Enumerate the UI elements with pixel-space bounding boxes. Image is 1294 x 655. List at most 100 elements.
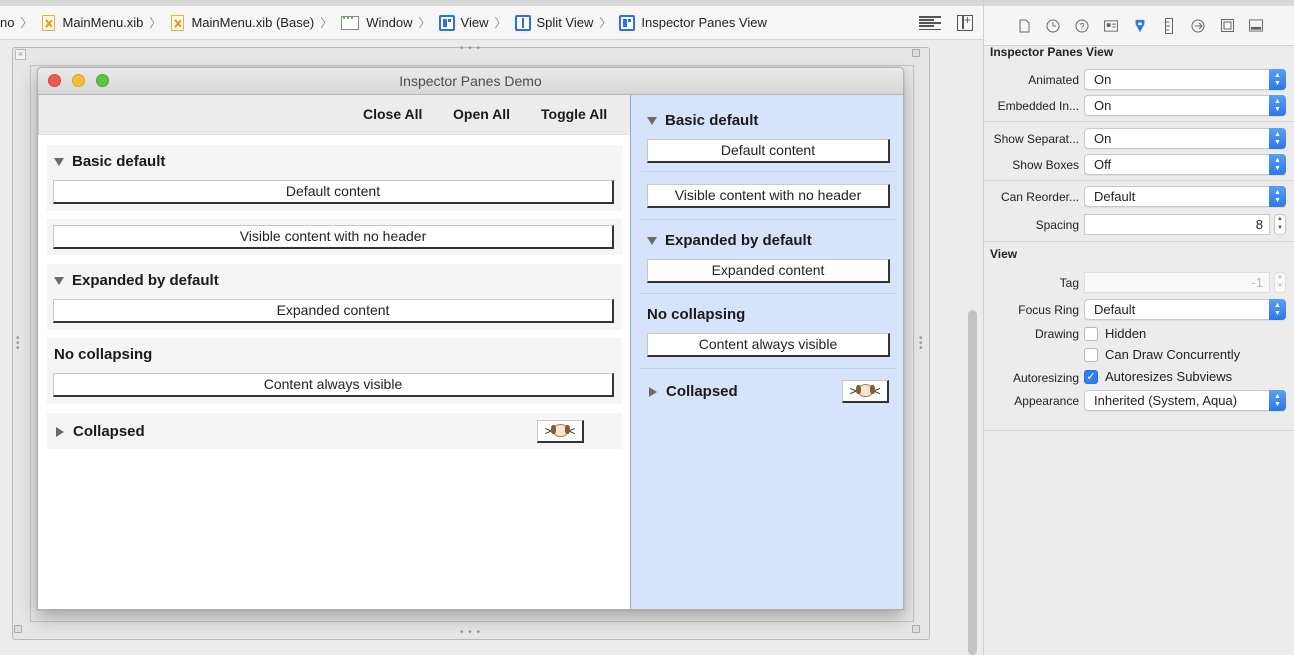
resize-handle-bottom[interactable]: • • •	[460, 628, 481, 638]
breadcrumb-item-split-view[interactable]: Split View	[513, 6, 596, 39]
pane-header[interactable]: Basic default	[54, 153, 165, 170]
corner-handle[interactable]	[912, 625, 920, 633]
size-ruler-icon[interactable]	[1162, 17, 1176, 34]
window-icon	[340, 15, 360, 31]
autoresizes-subviews-checkbox[interactable]: ✓	[1084, 369, 1098, 384]
open-all-button[interactable]: Open All	[453, 106, 510, 122]
file-icon[interactable]	[1017, 18, 1031, 34]
content-always-visible-button[interactable]: Content always visible	[647, 333, 890, 357]
window-title: Inspector Panes Demo	[399, 73, 542, 89]
breadcrumb-item-project[interactable]: no	[0, 6, 16, 39]
pane-header[interactable]: Collapsed	[647, 383, 738, 400]
expanded-content-button[interactable]: Expanded content	[53, 299, 614, 323]
breadcrumb-item-view[interactable]: View	[437, 6, 491, 39]
show-boxes-popup[interactable]: Off ▲ ▼	[1084, 154, 1286, 175]
popup-value: Inherited (System, Aqua)	[1094, 393, 1238, 408]
show-boxes-label: Show Boxes	[1012, 158, 1079, 172]
chevron-up-down-icon: ▲ ▼	[1269, 95, 1286, 116]
vertical-scrollbar[interactable]	[968, 310, 977, 655]
help-icon[interactable]: ?	[1075, 18, 1089, 34]
show-separators-popup[interactable]: On ▲ ▼	[1084, 128, 1286, 149]
focus-ring-popup[interactable]: Default ▲ ▼	[1084, 299, 1286, 320]
pane-title: No collapsing	[647, 306, 746, 323]
window-titlebar[interactable]: Inspector Panes Demo	[38, 68, 903, 95]
pane-header[interactable]: Expanded by default	[647, 232, 812, 249]
animated-label: Animated	[1028, 73, 1079, 87]
expanded-content-button[interactable]: Expanded content	[647, 259, 890, 283]
close-all-button[interactable]: Close All	[363, 106, 422, 122]
pane-basic-default: Basic default Default content	[47, 145, 622, 211]
content-always-visible-button[interactable]: Content always visible	[53, 373, 614, 397]
disclosure-triangle-icon[interactable]	[649, 386, 657, 397]
pane-expanded-by-default: Expanded by default Expanded content	[47, 264, 622, 330]
interface-builder-canvas[interactable]: × • • • • • • • • • • • • Inspector Panes De…	[0, 40, 983, 655]
add-editor-icon[interactable]	[957, 13, 973, 31]
visible-content-button[interactable]: Visible content with no header	[53, 225, 614, 249]
default-content-button[interactable]: Default content	[647, 139, 890, 163]
visible-content-button[interactable]: Visible content with no header	[647, 184, 890, 208]
attributes-icon[interactable]	[1133, 18, 1147, 34]
jump-bar: no 〉 MainMenu.xib 〉 MainMenu.xib (Base) …	[0, 0, 983, 40]
spacing-field[interactable]: 8	[1084, 214, 1270, 235]
animated-popup[interactable]: On ▲ ▼	[1084, 69, 1286, 90]
divider	[984, 430, 1294, 431]
minimize-button[interactable]	[72, 74, 85, 87]
breadcrumb-item-inspector-panes-view[interactable]: Inspector Panes View	[617, 6, 769, 39]
tag-stepper[interactable]: ▲ ▼	[1274, 272, 1286, 293]
dog-emoji-button[interactable]: > <	[842, 380, 889, 403]
default-content-button[interactable]: Default content	[53, 180, 614, 204]
chevron-right-icon: 〉	[20, 16, 33, 30]
resize-handle-right[interactable]: • • •	[919, 334, 923, 354]
appearance-popup[interactable]: Inherited (System, Aqua) ▲ ▼	[1084, 390, 1286, 411]
tag-field[interactable]: -1	[1084, 272, 1270, 293]
identity-icon[interactable]	[1104, 18, 1118, 34]
close-icon[interactable]: ×	[15, 49, 26, 60]
history-icon[interactable]	[1046, 18, 1060, 34]
resize-handle-top[interactable]: • • •	[460, 44, 481, 54]
spacing-stepper[interactable]: ▲ ▼	[1274, 214, 1286, 235]
chevron-up-down-icon: ▲ ▼	[1269, 69, 1286, 90]
toggle-all-button[interactable]: Toggle All	[541, 106, 607, 122]
pane-title: Collapsed	[666, 383, 738, 400]
split-view-icon	[514, 14, 531, 31]
can-draw-concurrently-checkbox[interactable]	[1084, 347, 1098, 362]
pane-title: Collapsed	[73, 423, 145, 440]
disclosure-triangle-icon[interactable]	[54, 157, 64, 166]
chevron-right-icon: 〉	[599, 16, 612, 30]
pane-separator	[641, 293, 895, 294]
can-reorder-popup[interactable]: Default ▲ ▼	[1084, 186, 1286, 207]
view-icon	[619, 14, 636, 31]
zoom-button[interactable]	[96, 74, 109, 87]
corner-handle[interactable]	[14, 625, 22, 633]
pane-header[interactable]: Expanded by default	[54, 272, 219, 289]
drawing-label: Drawing	[1034, 327, 1079, 341]
view-effects-icon[interactable]	[1249, 18, 1263, 34]
disclosure-triangle-icon[interactable]	[56, 426, 64, 437]
disclosure-triangle-icon[interactable]	[647, 116, 657, 125]
pane-header[interactable]: Basic default	[647, 112, 758, 129]
dog-emoji-button[interactable]: > <	[537, 420, 584, 443]
bindings-icon[interactable]	[1220, 18, 1234, 34]
can-reorder-label: Can Reorder...	[1000, 190, 1079, 204]
breadcrumb-item-mainmenu-xib[interactable]: MainMenu.xib	[38, 6, 145, 39]
concurrent-checkbox-row[interactable]: Can Draw Concurrently	[1084, 347, 1240, 362]
disclosure-triangle-icon[interactable]	[647, 236, 657, 245]
document-outline-icon[interactable]	[919, 16, 941, 30]
resize-handle-left[interactable]: • • •	[16, 334, 20, 354]
connections-icon[interactable]	[1191, 18, 1205, 34]
xib-file-icon	[169, 14, 185, 31]
dog-face-icon	[855, 384, 875, 397]
close-button[interactable]	[48, 74, 61, 87]
pane-header[interactable]: Collapsed	[54, 423, 145, 440]
hidden-checkbox[interactable]	[1084, 326, 1098, 341]
disclosure-triangle-icon[interactable]	[54, 276, 64, 285]
hidden-checkbox-row[interactable]: Hidden	[1084, 326, 1146, 341]
breadcrumb-item-mainmenu-xib-base[interactable]: MainMenu.xib (Base)	[167, 6, 316, 39]
embedded-popup[interactable]: On ▲ ▼	[1084, 95, 1286, 116]
pane-no-header: Visible content with no header	[47, 219, 622, 255]
breadcrumb-item-window[interactable]: Window	[338, 6, 414, 39]
corner-handle[interactable]	[912, 49, 920, 57]
pane-title: Expanded by default	[665, 232, 812, 249]
autoresizes-checkbox-row[interactable]: ✓ Autoresizes Subviews	[1084, 369, 1232, 384]
embedded-label: Embedded In...	[997, 99, 1079, 113]
